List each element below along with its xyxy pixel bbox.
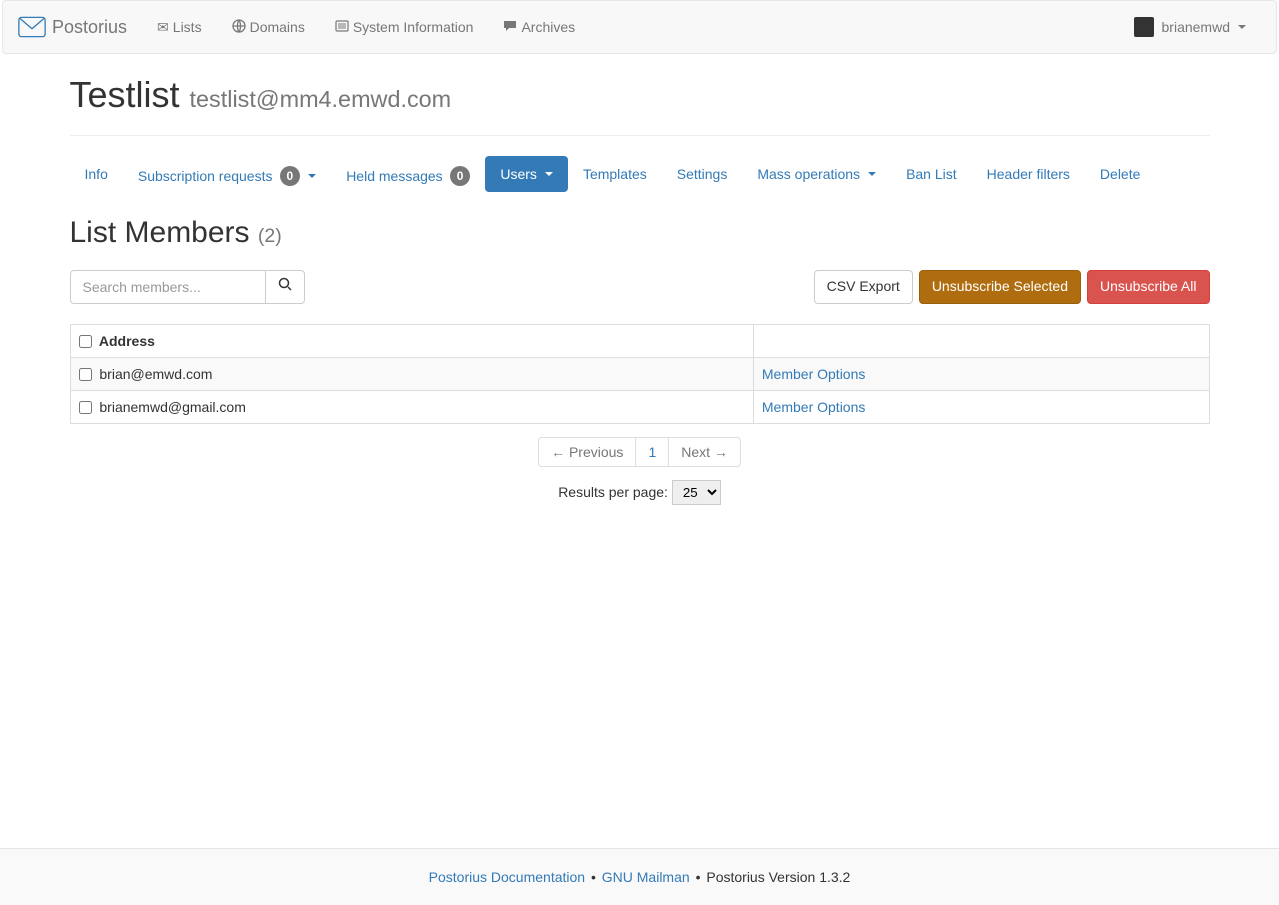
member-options-link[interactable]: Member Options bbox=[762, 366, 865, 382]
header-actions bbox=[753, 325, 1209, 358]
csv-export-button[interactable]: CSV Export bbox=[814, 270, 913, 304]
results-per-page: Results per page: 25 bbox=[70, 480, 1210, 505]
tab-subscription-requests[interactable]: Subscription requests 0 bbox=[123, 156, 331, 196]
pagination-previous: ← Previous bbox=[538, 437, 636, 467]
tab-held-messages[interactable]: Held messages 0 bbox=[331, 156, 485, 196]
tab-mass-operations-label: Mass operations bbox=[757, 166, 860, 182]
subscription-requests-badge: 0 bbox=[280, 166, 301, 186]
chevron-down-icon bbox=[868, 172, 876, 176]
comment-icon bbox=[503, 19, 517, 36]
nav-lists-label: Lists bbox=[173, 19, 202, 35]
held-messages-badge: 0 bbox=[450, 166, 471, 186]
search-input[interactable] bbox=[70, 270, 266, 304]
table-row: brian@emwd.com Member Options bbox=[70, 358, 1209, 391]
header-address: Address bbox=[70, 325, 753, 358]
top-navbar: Postorius ✉ Lists Domains System Informa… bbox=[2, 0, 1277, 54]
member-address: brian@emwd.com bbox=[99, 366, 212, 382]
envelope-icon: ✉ bbox=[157, 19, 169, 36]
globe-icon bbox=[232, 19, 246, 36]
members-table: Address brian@emwd.com Member Options br… bbox=[70, 324, 1210, 424]
list-name: Testlist bbox=[70, 74, 180, 115]
tab-templates[interactable]: Templates bbox=[568, 156, 662, 192]
user-menu[interactable]: brianemwd bbox=[1119, 2, 1261, 52]
table-row: brianemwd@gmail.com Member Options bbox=[70, 391, 1209, 424]
page-title: Testlist testlist@mm4.emwd.com bbox=[70, 74, 1210, 116]
member-options-link[interactable]: Member Options bbox=[762, 399, 865, 415]
nav-domains-label: Domains bbox=[250, 19, 305, 35]
row-checkbox[interactable] bbox=[79, 368, 92, 381]
list-alt-icon bbox=[335, 19, 349, 36]
member-address: brianemwd@gmail.com bbox=[99, 399, 245, 415]
nav-system-information[interactable]: System Information bbox=[320, 4, 489, 51]
avatar-icon bbox=[1134, 17, 1154, 37]
pagination: ← Previous 1 Next → bbox=[70, 444, 1210, 460]
tab-header-filters[interactable]: Header filters bbox=[972, 156, 1085, 192]
tab-ban-list[interactable]: Ban List bbox=[891, 156, 972, 192]
nav-lists[interactable]: ✉ Lists bbox=[142, 4, 217, 51]
member-count: (2) bbox=[258, 225, 282, 247]
chevron-down-icon bbox=[1238, 25, 1246, 29]
search-icon bbox=[278, 278, 292, 294]
nav-domains[interactable]: Domains bbox=[217, 4, 320, 51]
tab-mass-operations[interactable]: Mass operations bbox=[742, 156, 891, 192]
results-per-page-select[interactable]: 25 bbox=[672, 480, 721, 505]
page-header: Testlist testlist@mm4.emwd.com bbox=[70, 74, 1210, 136]
tab-held-messages-label: Held messages bbox=[346, 168, 443, 184]
unsubscribe-all-button[interactable]: Unsubscribe All bbox=[1087, 270, 1210, 304]
select-all-checkbox[interactable] bbox=[79, 335, 92, 348]
tab-delete[interactable]: Delete bbox=[1085, 156, 1155, 192]
nav-archives-label: Archives bbox=[521, 19, 575, 35]
chevron-down-icon bbox=[308, 174, 316, 178]
results-per-page-label: Results per page: bbox=[558, 484, 668, 500]
footer: Postorius Documentation • GNU Mailman • … bbox=[0, 848, 1279, 905]
section-title: List Members (2) bbox=[70, 216, 1210, 250]
pagination-next: Next → bbox=[668, 437, 741, 467]
footer-mailman-link[interactable]: GNU Mailman bbox=[602, 869, 690, 885]
pagination-page-1[interactable]: 1 bbox=[635, 437, 669, 467]
footer-separator: • bbox=[591, 869, 596, 885]
list-address: testlist@mm4.emwd.com bbox=[190, 86, 452, 112]
toolbar: CSV Export Unsubscribe Selected Unsubscr… bbox=[70, 270, 1210, 304]
unsubscribe-selected-button[interactable]: Unsubscribe Selected bbox=[919, 270, 1081, 304]
section-title-text: List Members bbox=[70, 216, 250, 249]
tab-info[interactable]: Info bbox=[70, 156, 123, 192]
search-button[interactable] bbox=[265, 270, 305, 304]
footer-separator: • bbox=[696, 869, 701, 885]
tab-users[interactable]: Users bbox=[485, 156, 568, 192]
nav-archives[interactable]: Archives bbox=[488, 4, 590, 51]
user-name: brianemwd bbox=[1162, 19, 1230, 35]
row-checkbox[interactable] bbox=[79, 401, 92, 414]
nav-sysinfo-label: System Information bbox=[353, 19, 474, 35]
footer-version: Postorius Version 1.3.2 bbox=[706, 869, 850, 885]
tab-subscription-requests-label: Subscription requests bbox=[138, 168, 273, 184]
footer-doc-link[interactable]: Postorius Documentation bbox=[429, 869, 585, 885]
brand-link[interactable]: Postorius bbox=[18, 1, 142, 53]
envelope-logo-icon bbox=[18, 16, 46, 38]
list-tabs: Info Subscription requests 0 Held messag… bbox=[70, 156, 1210, 196]
chevron-down-icon bbox=[545, 172, 553, 176]
tab-settings[interactable]: Settings bbox=[662, 156, 743, 192]
header-address-label: Address bbox=[99, 333, 155, 349]
tab-users-label: Users bbox=[500, 166, 537, 182]
brand-text: Postorius bbox=[52, 17, 127, 38]
search-group bbox=[70, 270, 305, 304]
